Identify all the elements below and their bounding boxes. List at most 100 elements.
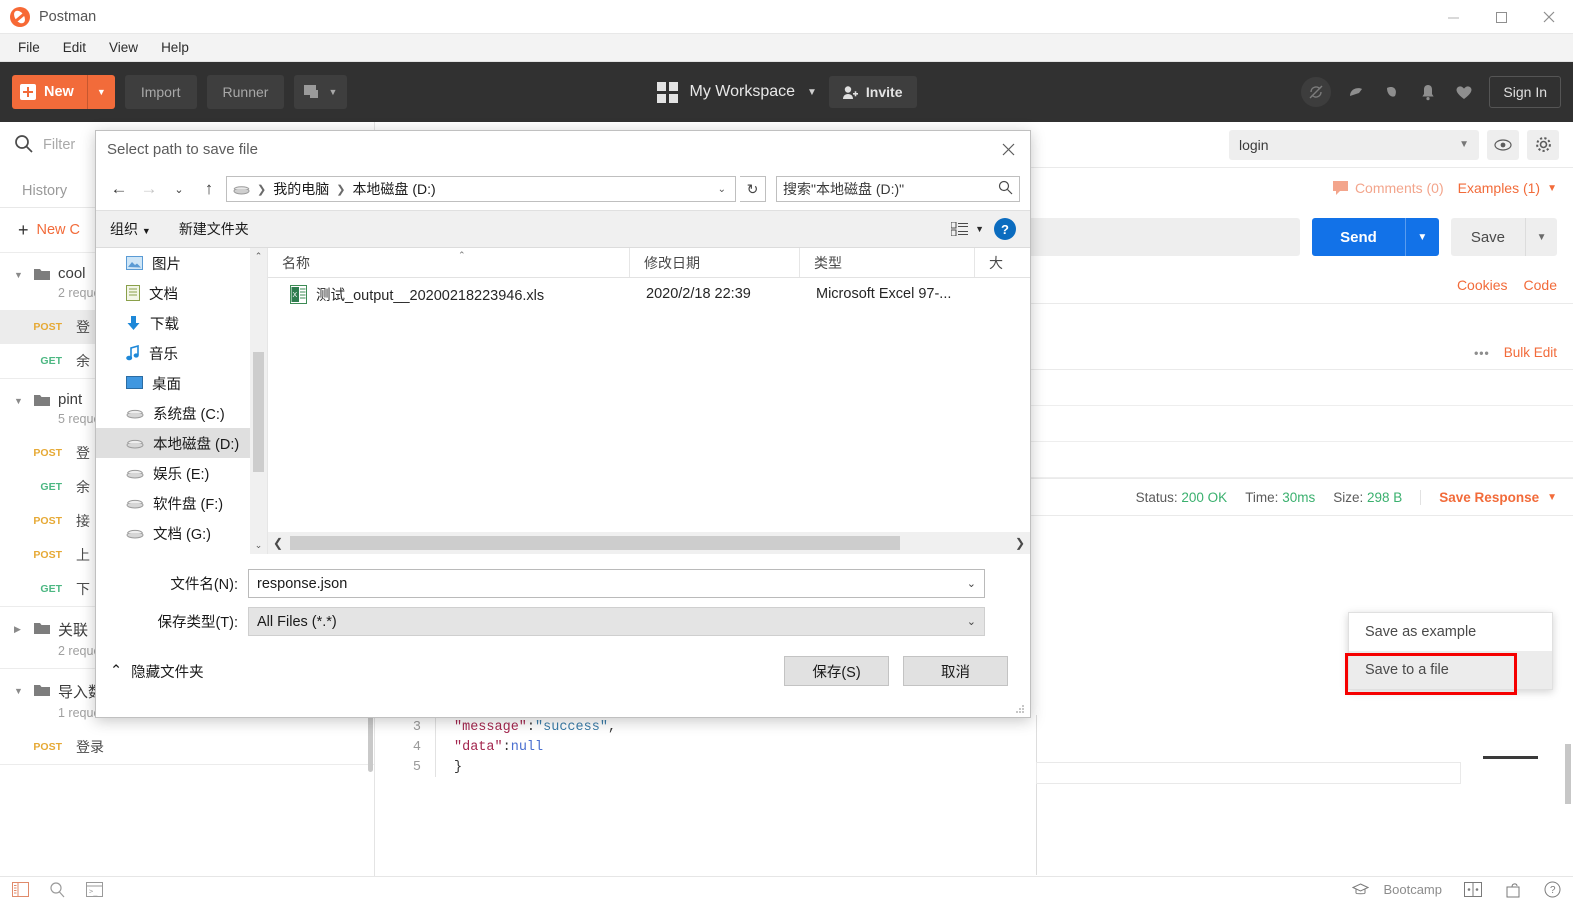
eye-icon[interactable] [1487,129,1519,160]
bell-icon[interactable] [1417,81,1439,103]
filter-input[interactable]: Filter [43,137,75,153]
send-options-chevron-down-icon[interactable]: ▼ [1404,218,1439,256]
back-arrow-icon[interactable]: ← [106,176,132,202]
api-icon[interactable] [1345,81,1367,103]
address-bar[interactable]: ❯ 我的电脑 ❯ 本地磁盘 (D:) ⌄ [226,176,736,202]
gear-icon[interactable] [1527,129,1559,160]
resize-grip-icon[interactable] [1014,702,1026,714]
new-folder-button[interactable]: 新建文件夹 [179,219,249,239]
bulk-edit-link[interactable]: Bulk Edit [1504,345,1557,360]
maximize-icon[interactable] [1477,0,1525,34]
find-icon[interactable] [49,881,66,898]
scroll-thumb[interactable] [253,352,264,472]
search-input[interactable]: 搜索"本地磁盘 (D:)" [776,176,1020,202]
sidebar-toggle-icon[interactable] [12,882,29,897]
up-arrow-icon[interactable]: ↑ [196,176,222,202]
tree-item-music[interactable]: 音乐 [96,338,267,368]
tree-item-desktop[interactable]: 桌面 [96,368,267,398]
minimize-icon[interactable] [1429,0,1477,34]
heart-icon[interactable] [1453,81,1475,103]
hide-folders-toggle[interactable]: ⌃ 隐藏文件夹 [110,661,204,682]
breadcrumb-item-1[interactable]: 本地磁盘 (D:) [352,179,435,199]
cookies-link[interactable]: Cookies [1457,277,1508,293]
chevron-down-icon[interactable]: ▼ [14,265,26,280]
menu-file[interactable]: File [8,37,50,58]
scroll-right-icon[interactable]: ❯ [1010,536,1030,550]
filename-input[interactable]: response.json ⌄ [248,569,985,598]
menu-view[interactable]: View [99,37,148,58]
scroll-left-icon[interactable]: ❮ [268,536,288,550]
column-name[interactable]: 名称 [268,248,630,277]
menu-item-save-as-example[interactable]: Save as example [1349,613,1552,651]
chevron-down-icon[interactable]: ▼ [1459,139,1469,150]
new-window-button[interactable]: ▼ [294,75,348,109]
comments-button[interactable]: Comments (0) [1332,180,1444,196]
more-options-icon[interactable]: ••• [1474,346,1490,360]
view-list-icon[interactable]: ▼ [951,222,984,236]
help-icon[interactable]: ? [994,218,1016,240]
breadcrumb-item-0[interactable]: 我的电脑 [273,179,329,199]
bug-icon[interactable] [1381,81,1403,103]
save-button[interactable]: Save [1450,218,1526,256]
invite-button[interactable]: Invite [828,76,917,108]
recent-chevron-down-icon[interactable]: ⌄ [166,176,192,202]
cancel-button[interactable]: 取消 [903,656,1008,686]
chevron-down-icon[interactable]: ▼ [14,391,26,406]
tree-item-drive-g[interactable]: 文档 (G:) [96,518,267,548]
scroll-down-icon[interactable]: ⌄ [250,537,267,554]
send-button[interactable]: Send [1312,218,1405,256]
tree-item-drive-e[interactable]: 娱乐 (E:) [96,458,267,488]
file-list-hscrollbar[interactable]: ❮ ❯ [268,532,1030,554]
new-button[interactable]: New ▼ [12,75,115,109]
tree-item-drive-d[interactable]: 本地磁盘 (D:) [96,428,267,458]
column-modified[interactable]: 修改日期 [630,248,800,277]
file-row[interactable]: X 测试_output__20200218223946.xls 2020/2/1… [268,278,1030,310]
chevron-down-icon[interactable]: ▼ [807,87,817,98]
environment-select[interactable]: login ▼ [1229,129,1479,160]
tree-item-downloads[interactable]: 下载 [96,308,267,338]
forward-arrow-icon[interactable]: → [136,176,162,202]
code-link[interactable]: Code [1524,277,1557,293]
organize-button[interactable]: 组织 ▼ [110,219,151,239]
menu-help[interactable]: Help [151,37,199,58]
tab-history[interactable]: History [22,183,67,207]
response-scrollbar[interactable] [1565,744,1571,804]
chevron-down-icon[interactable]: ▼ [1547,492,1557,503]
save-button[interactable]: 保存(S) [784,656,889,686]
chevron-down-icon[interactable]: ⌄ [963,577,980,590]
import-button[interactable]: Import [124,75,197,109]
tree-item-drive-h[interactable]: 游戏盘 (H:) [96,548,267,554]
chevron-down-icon[interactable]: ▼ [86,75,115,109]
chevron-down-icon[interactable]: ▼ [14,681,26,696]
bootcamp-button[interactable]: Bootcamp [1352,882,1442,897]
request-row[interactable]: POST 登录 [0,730,374,764]
two-pane-icon[interactable] [1464,882,1482,897]
save-options-chevron-down-icon[interactable]: ▼ [1525,218,1558,256]
column-type[interactable]: 类型 [800,248,975,277]
signin-button[interactable]: Sign In [1489,76,1561,108]
sync-off-icon[interactable] [1301,77,1332,107]
column-size[interactable]: 大 [975,248,1003,277]
chevron-down-icon[interactable]: ⌄ [963,615,980,628]
examples-button[interactable]: Examples (1) ▼ [1458,180,1557,196]
console-icon[interactable]: >_ [86,882,103,897]
refresh-icon[interactable]: ↻ [740,176,766,202]
workspace-selector[interactable]: My Workspace ▼ Invite [656,76,917,108]
menu-edit[interactable]: Edit [53,37,96,58]
tree-scrollbar[interactable]: ⌃ ⌄ [250,248,267,554]
close-icon[interactable] [986,131,1030,168]
trash-icon[interactable] [1504,882,1522,898]
tree-item-drive-c[interactable]: 系统盘 (C:) [96,398,267,428]
tree-item-pictures[interactable]: 图片 [96,248,267,278]
scroll-thumb[interactable] [290,536,900,550]
help-icon[interactable]: ? [1544,881,1561,898]
filetype-select[interactable]: All Files (*.*) ⌄ [248,607,985,636]
chevron-down-icon[interactable]: ⌄ [713,184,731,195]
save-response-button[interactable]: Save Response ▼ [1420,489,1557,505]
tree-item-drive-f[interactable]: 软件盘 (F:) [96,488,267,518]
chevron-down-icon[interactable]: ▼ [1547,183,1557,194]
scroll-up-icon[interactable]: ⌃ [250,248,267,265]
tree-item-documents[interactable]: 文档 [96,278,267,308]
close-icon[interactable] [1525,0,1573,34]
runner-button[interactable]: Runner [206,75,285,109]
